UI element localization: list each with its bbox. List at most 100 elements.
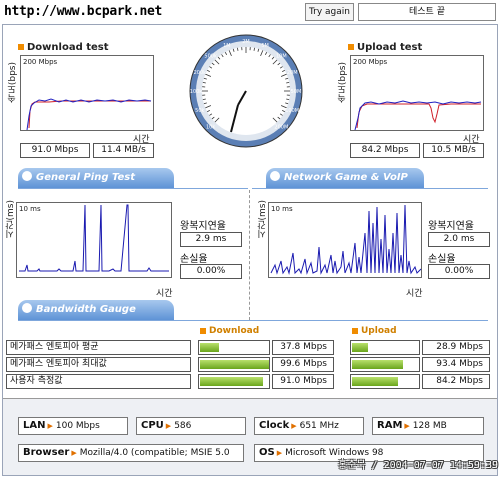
lan-info: LAN ▶ 100 Mbps xyxy=(18,417,128,435)
bandwidth-underline xyxy=(18,320,488,321)
download-title: Download test xyxy=(18,42,109,53)
bandwidth-download-head-text: Download xyxy=(209,326,260,336)
triangle-right-icon: ▶ xyxy=(291,422,297,430)
upload-bar-fill xyxy=(352,377,398,386)
upload-mbs-value: 10.5 MB/s xyxy=(423,143,484,158)
tab-bandwidth-label: Bandwidth Gauge xyxy=(36,304,136,315)
gauge-label: 10M xyxy=(276,54,287,60)
upload-ylabel: 속도(bps) xyxy=(338,62,348,104)
cpu-value: 586 xyxy=(174,421,192,431)
section-divider xyxy=(249,190,250,320)
bandwidth-row-label: 사용자 측정값 xyxy=(6,374,191,389)
ram-value: 128 MB xyxy=(412,421,447,431)
upload-bar xyxy=(350,374,420,389)
clock-value: 651 MHz xyxy=(299,421,339,431)
upload-value: 84.2 Mbps xyxy=(422,374,490,389)
bandwidth-download-head: Download xyxy=(200,326,259,336)
game-ping-xlabel: 시간 xyxy=(406,289,423,299)
triangle-right-icon: ▶ xyxy=(165,422,172,430)
download-mbs-value: 11.4 MB/s xyxy=(93,143,154,158)
gauge-label: 50M xyxy=(291,89,302,95)
upload-chart-svg xyxy=(354,100,482,130)
upload-value: 93.4 Mbps xyxy=(422,357,490,372)
download-series-blue xyxy=(26,98,152,130)
bandwidth-row-label: 메가패스 엔토피아 평균 xyxy=(6,340,191,355)
bandwidth-upload-head-text: Upload xyxy=(361,326,397,336)
status-field: 테스트 끝 xyxy=(358,3,496,21)
download-value: 37.8 Mbps xyxy=(272,340,334,355)
cpu-key: CPU xyxy=(141,420,164,431)
download-ylabel: 속도(bps) xyxy=(8,62,18,104)
upload-title: Upload test xyxy=(348,42,422,53)
upload-chart: 200 Mbps xyxy=(350,55,484,131)
general-ping-series xyxy=(19,204,169,272)
general-rtt-value: 2.9 ms xyxy=(180,232,242,247)
orange-square-icon xyxy=(200,327,206,334)
upload-value: 28.9 Mbps xyxy=(422,340,490,355)
tab-underline-right xyxy=(252,188,488,189)
tab-bandwidth-gauge[interactable]: Bandwidth Gauge xyxy=(18,300,174,320)
speed-gauge: 10k 50k 100k 200k 500k 1M 2M 5M 10M 20M 50M 100M 200… xyxy=(189,34,303,148)
upload-series-blue xyxy=(354,100,482,130)
bandwidth-row-label: 메가패스 엔토피아 최대값 xyxy=(6,357,191,372)
gauge-label: 5M xyxy=(261,43,269,49)
general-ping-chart: 10 ms xyxy=(16,202,172,278)
download-title-text: Download test xyxy=(27,42,109,53)
game-rtt-label: 왕복지연율 xyxy=(428,221,474,232)
download-value: 99.6 Mbps xyxy=(272,357,334,372)
gauge-label: 2M xyxy=(242,39,250,45)
general-rtt-label: 왕복지연율 xyxy=(180,221,226,232)
game-rtt-value: 2.0 ms xyxy=(428,232,490,247)
download-bar-fill xyxy=(200,377,263,386)
general-loss-value: 0.00% xyxy=(180,264,242,279)
gauge-label: 100k xyxy=(190,89,203,95)
upload-bar-fill xyxy=(352,360,403,369)
try-again-button[interactable]: Try again xyxy=(305,3,354,21)
triangle-right-icon: ▶ xyxy=(404,422,410,430)
gauge-label: 20M xyxy=(287,70,298,76)
site-url: http://www.bcpark.net xyxy=(4,4,163,19)
clock-info: Clock ▶ 651 MHz xyxy=(254,417,364,435)
download-chart-svg xyxy=(26,98,152,130)
gauge-label: 500k xyxy=(204,54,217,60)
os-key: OS xyxy=(259,447,275,458)
orange-square-icon xyxy=(352,327,358,334)
download-bar xyxy=(198,357,270,372)
general-ping-svg xyxy=(19,204,169,272)
tab-game-voip[interactable]: Network Game & VoIP Test xyxy=(266,168,424,203)
general-loss-label: 손실율 xyxy=(180,254,208,265)
orange-square-icon xyxy=(18,44,24,50)
upload-bar xyxy=(350,340,420,355)
download-bar-fill xyxy=(200,343,219,352)
game-ping-svg xyxy=(270,204,421,275)
cpu-info: CPU ▶ 586 xyxy=(136,417,246,435)
lan-key: LAN xyxy=(23,420,46,431)
ram-info: RAM ▶ 128 MB xyxy=(372,417,484,435)
tab-general-ping-label: General Ping Test xyxy=(36,172,136,183)
download-chart: 200 Mbps xyxy=(20,55,154,131)
globe-icon xyxy=(270,171,280,181)
download-series-red xyxy=(28,100,151,129)
gauge-label: 100M xyxy=(285,108,299,114)
gauge-label: 1M xyxy=(223,43,231,49)
game-ping-chart: 10 ms xyxy=(268,202,422,278)
tab-underline-left xyxy=(18,188,248,189)
upload-bar xyxy=(350,357,420,372)
clock-key: Clock xyxy=(259,420,290,431)
gauge-label: 50k xyxy=(195,108,204,114)
gauge-label: 10k xyxy=(206,124,215,130)
gauge-label: 200M xyxy=(274,124,288,130)
upload-title-text: Upload test xyxy=(357,42,423,53)
gauge-label: 200k xyxy=(194,70,207,76)
tab-general-ping[interactable]: General Ping Test xyxy=(18,168,174,188)
browser-key: Browser xyxy=(23,447,70,458)
upload-bar-fill xyxy=(352,343,368,352)
ram-key: RAM xyxy=(377,420,403,431)
game-loss-label: 손실율 xyxy=(428,254,456,265)
download-bar-fill xyxy=(200,360,269,369)
bandwidth-upload-head: Upload xyxy=(352,326,397,336)
download-value: 91.0 Mbps xyxy=(272,374,334,389)
game-loss-value: 0.00% xyxy=(428,264,490,279)
globe-icon xyxy=(22,303,32,313)
triangle-right-icon: ▶ xyxy=(71,449,77,457)
